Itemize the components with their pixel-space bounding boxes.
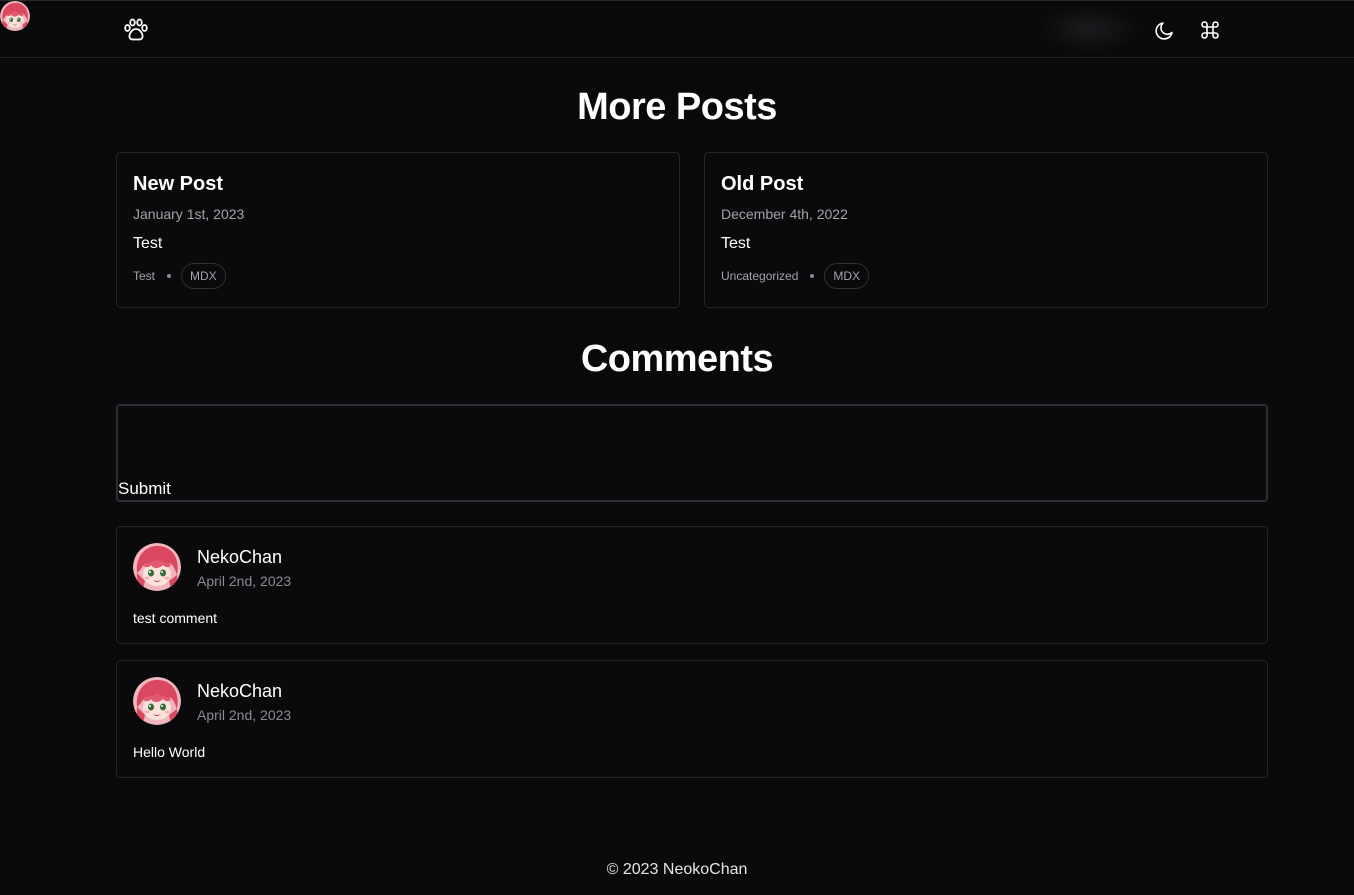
paw-icon[interactable] [122, 16, 150, 44]
submit-button[interactable]: Submit [118, 479, 171, 499]
comment-input[interactable] [118, 406, 1266, 476]
post-title[interactable]: Old Post [721, 172, 1251, 196]
command-icon[interactable] [1197, 17, 1223, 43]
commenter-avatar [133, 677, 181, 725]
post-tag[interactable]: MDX [824, 263, 870, 289]
top-navigation-bar [0, 0, 1354, 58]
post-category[interactable]: Test [133, 269, 155, 283]
comment-item: NekoChan April 2nd, 2023 Hello World [116, 660, 1268, 778]
comment-date: April 2nd, 2023 [197, 707, 292, 723]
post-meta: Uncategorized MDX [721, 263, 1251, 289]
post-date: January 1st, 2023 [133, 206, 245, 222]
comment-item: NekoChan April 2nd, 2023 test comment [116, 526, 1268, 644]
comment-form: Submit [116, 404, 1268, 502]
comment-author: NekoChan [197, 681, 283, 701]
post-meta: Test MDX [133, 263, 663, 289]
post-excerpt: Test [133, 235, 163, 252]
post-category[interactable]: Uncategorized [721, 269, 798, 283]
post-title[interactable]: New Post [133, 172, 663, 196]
post-excerpt: Test [721, 235, 751, 252]
separator-dot [167, 274, 172, 278]
post-card[interactable]: Old Post December 4th, 2022 Test Uncateg… [704, 152, 1268, 308]
comment-date: April 2nd, 2023 [197, 573, 292, 589]
header-glow [1040, 5, 1140, 53]
moon-icon[interactable] [1152, 17, 1178, 43]
post-tag[interactable]: MDX [181, 263, 226, 289]
comment-body: test comment [133, 610, 218, 626]
commenter-avatar [133, 543, 181, 591]
separator-dot [810, 274, 815, 278]
post-card[interactable]: New Post January 1st, 2023 Test Test MDX [116, 152, 680, 308]
comment-body: Hello World [133, 744, 206, 760]
post-date: December 4th, 2022 [721, 206, 848, 222]
footer-copyright: © 2023 NeokoChan [606, 861, 748, 878]
comment-author: NekoChan [197, 547, 283, 567]
comments-heading: Comments [580, 338, 774, 380]
user-avatar[interactable] [0, 1, 30, 31]
more-posts-heading: More Posts [577, 86, 777, 128]
